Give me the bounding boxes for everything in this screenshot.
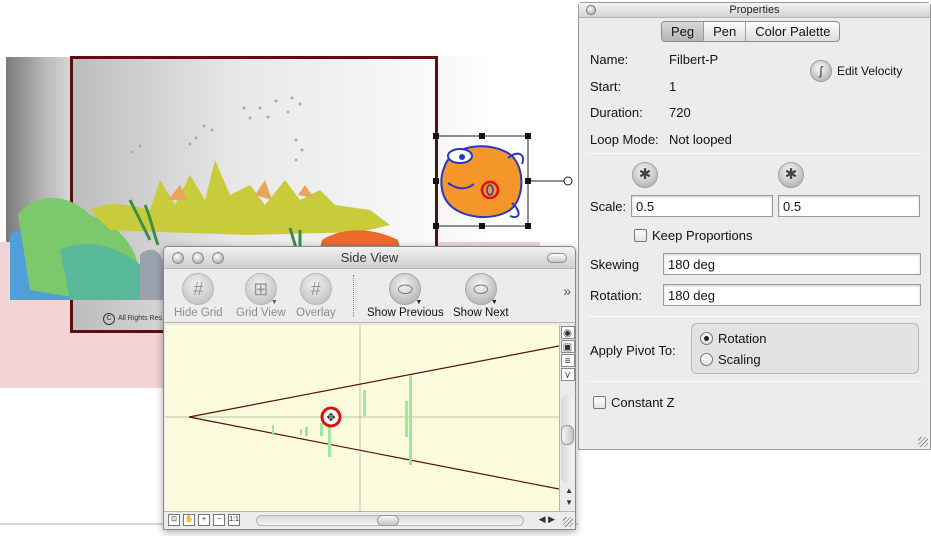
rock-gray [140, 249, 163, 300]
side-view-toolbar: # Hide Grid ⊞ ▼ Grid View # Overlay ⬭ ▼ Sh… [164, 269, 575, 323]
perspective-icon[interactable]: ⋎ [560, 368, 575, 381]
duration-value: 720 [669, 105, 691, 120]
radio-selected-icon [700, 332, 713, 345]
rotation-label: Rotation: [590, 288, 643, 303]
resize-grip-icon[interactable] [563, 517, 573, 527]
toolbar-separator [353, 275, 354, 317]
properties-title: Properties [729, 4, 780, 16]
horizontal-scroll-arrows[interactable]: ◀ ▶ [539, 514, 555, 525]
resize-grip-icon[interactable] [918, 437, 928, 447]
hide-grid-button[interactable]: # Hide Grid [174, 273, 223, 319]
divider [587, 153, 922, 154]
show-next-button[interactable]: ⬭ ▼ Show Next [453, 273, 509, 319]
loop-mode-label: Loop Mode: [590, 132, 659, 147]
onion-skin-marks [272, 375, 412, 465]
scale-label: Scale: [590, 199, 627, 214]
scale-x-lock-icon[interactable]: ✱ [632, 162, 658, 188]
divider [587, 381, 922, 382]
checkbox-icon [634, 229, 647, 242]
name-value: Filbert-P [669, 52, 719, 67]
show-previous-icon: ⬭ ▼ [389, 273, 422, 306]
constant-z-checkbox[interactable]: Constant Z [593, 395, 675, 410]
keep-proportions-checkbox[interactable]: Keep Proportions [634, 228, 752, 243]
hand-tool-icon[interactable]: ✋ [183, 514, 195, 526]
horizontal-scroll-thumb[interactable] [377, 515, 399, 526]
properties-tabs: Peg Pen Color Palette [661, 21, 841, 42]
layer-icon[interactable]: ▣ [560, 340, 575, 353]
toolbar-toggle-button[interactable] [547, 253, 567, 263]
scale-x-field[interactable] [631, 195, 773, 217]
scale-y-lock-icon[interactable]: ✱ [778, 162, 804, 188]
loop-mode-value: Not looped [669, 132, 732, 147]
rock-teal [60, 244, 150, 300]
skewing-label: Skewing [590, 257, 640, 272]
coral-yellow [90, 160, 390, 235]
grid-view-button[interactable]: ⊞ ▼ Grid View [236, 273, 286, 319]
pivot-scaling-radio[interactable]: Scaling [700, 352, 761, 367]
radio-icon [700, 353, 713, 366]
grid-icon: # [182, 273, 215, 305]
scale-y-field[interactable] [778, 195, 920, 217]
camera-cone-bottom [188, 416, 559, 490]
show-previous-button[interactable]: ⬭ ▼ Show Previous [367, 273, 444, 319]
move-cursor-icon: ✥ [326, 411, 335, 424]
name-label: Name: [590, 52, 629, 67]
apply-pivot-group: Rotation Scaling [691, 323, 919, 374]
pivot-rotation-radio[interactable]: Rotation [700, 331, 766, 346]
divider [587, 316, 922, 317]
properties-titlebar[interactable]: Properties [579, 3, 930, 18]
side-view-title: Side View [340, 250, 399, 265]
start-value: 1 [669, 79, 677, 94]
overlay-button[interactable]: # Overlay [296, 273, 336, 319]
checkbox-icon [593, 396, 606, 409]
apply-pivot-label: Apply Pivot To: [590, 343, 676, 358]
vertical-scroll-arrows[interactable]: ▲ ▼ [565, 485, 573, 509]
tab-pen[interactable]: Pen [704, 22, 747, 41]
bubbles [130, 96, 304, 162]
zoom-in-icon[interactable]: + [198, 514, 210, 526]
show-next-icon: ⬭ ▼ [464, 273, 498, 306]
side-view-bottombar: ⊡ ✋ + − 1:1 ◀ ▶ [164, 511, 575, 529]
rotation-handle[interactable] [563, 176, 573, 186]
actual-size-button[interactable]: 1:1 [228, 514, 240, 526]
skewing-field[interactable] [663, 253, 921, 275]
side-view-titlebar[interactable]: Side View [164, 247, 575, 269]
align-icon[interactable]: ≡ [560, 354, 575, 367]
tab-peg[interactable]: Peg [662, 22, 705, 41]
rotation-field[interactable] [663, 284, 921, 306]
zoom-out-icon[interactable]: − [213, 514, 225, 526]
vertical-scroll-thumb[interactable] [561, 425, 574, 445]
overlay-icon: # [299, 273, 332, 305]
vertical-scrollbar[interactable] [561, 395, 574, 483]
fit-view-icon[interactable]: ⊡ [168, 514, 180, 526]
properties-panel: Properties Peg Pen Color Palette Name: F… [578, 2, 931, 450]
tab-color-palette[interactable]: Color Palette [746, 22, 839, 41]
camera-cone-top [188, 345, 559, 418]
grid-view-icon: ⊞ ▼ [244, 273, 278, 306]
start-label: Start: [590, 79, 622, 94]
side-view-window: Side View # Hide Grid ⊞ ▼ Grid View # Ove… [163, 246, 576, 530]
camera-icon[interactable]: ◉ [560, 326, 575, 339]
edit-velocity-button[interactable]: ∫ Edit Velocity [810, 60, 902, 82]
velocity-curve-icon: ∫ [810, 60, 832, 82]
side-view-right-toolbar: ◉ ▣ ≡ ⋎ ▲ ▼ [559, 325, 575, 511]
toolbar-overflow-icon[interactable]: » [563, 283, 571, 299]
horizontal-scrollbar[interactable] [256, 515, 524, 526]
duration-label: Duration: [590, 105, 643, 120]
side-view-drawing: ✥ [165, 325, 559, 511]
side-view-canvas[interactable]: ✥ [165, 325, 559, 511]
selected-character-filbert[interactable] [430, 128, 580, 238]
close-button[interactable] [586, 5, 596, 15]
